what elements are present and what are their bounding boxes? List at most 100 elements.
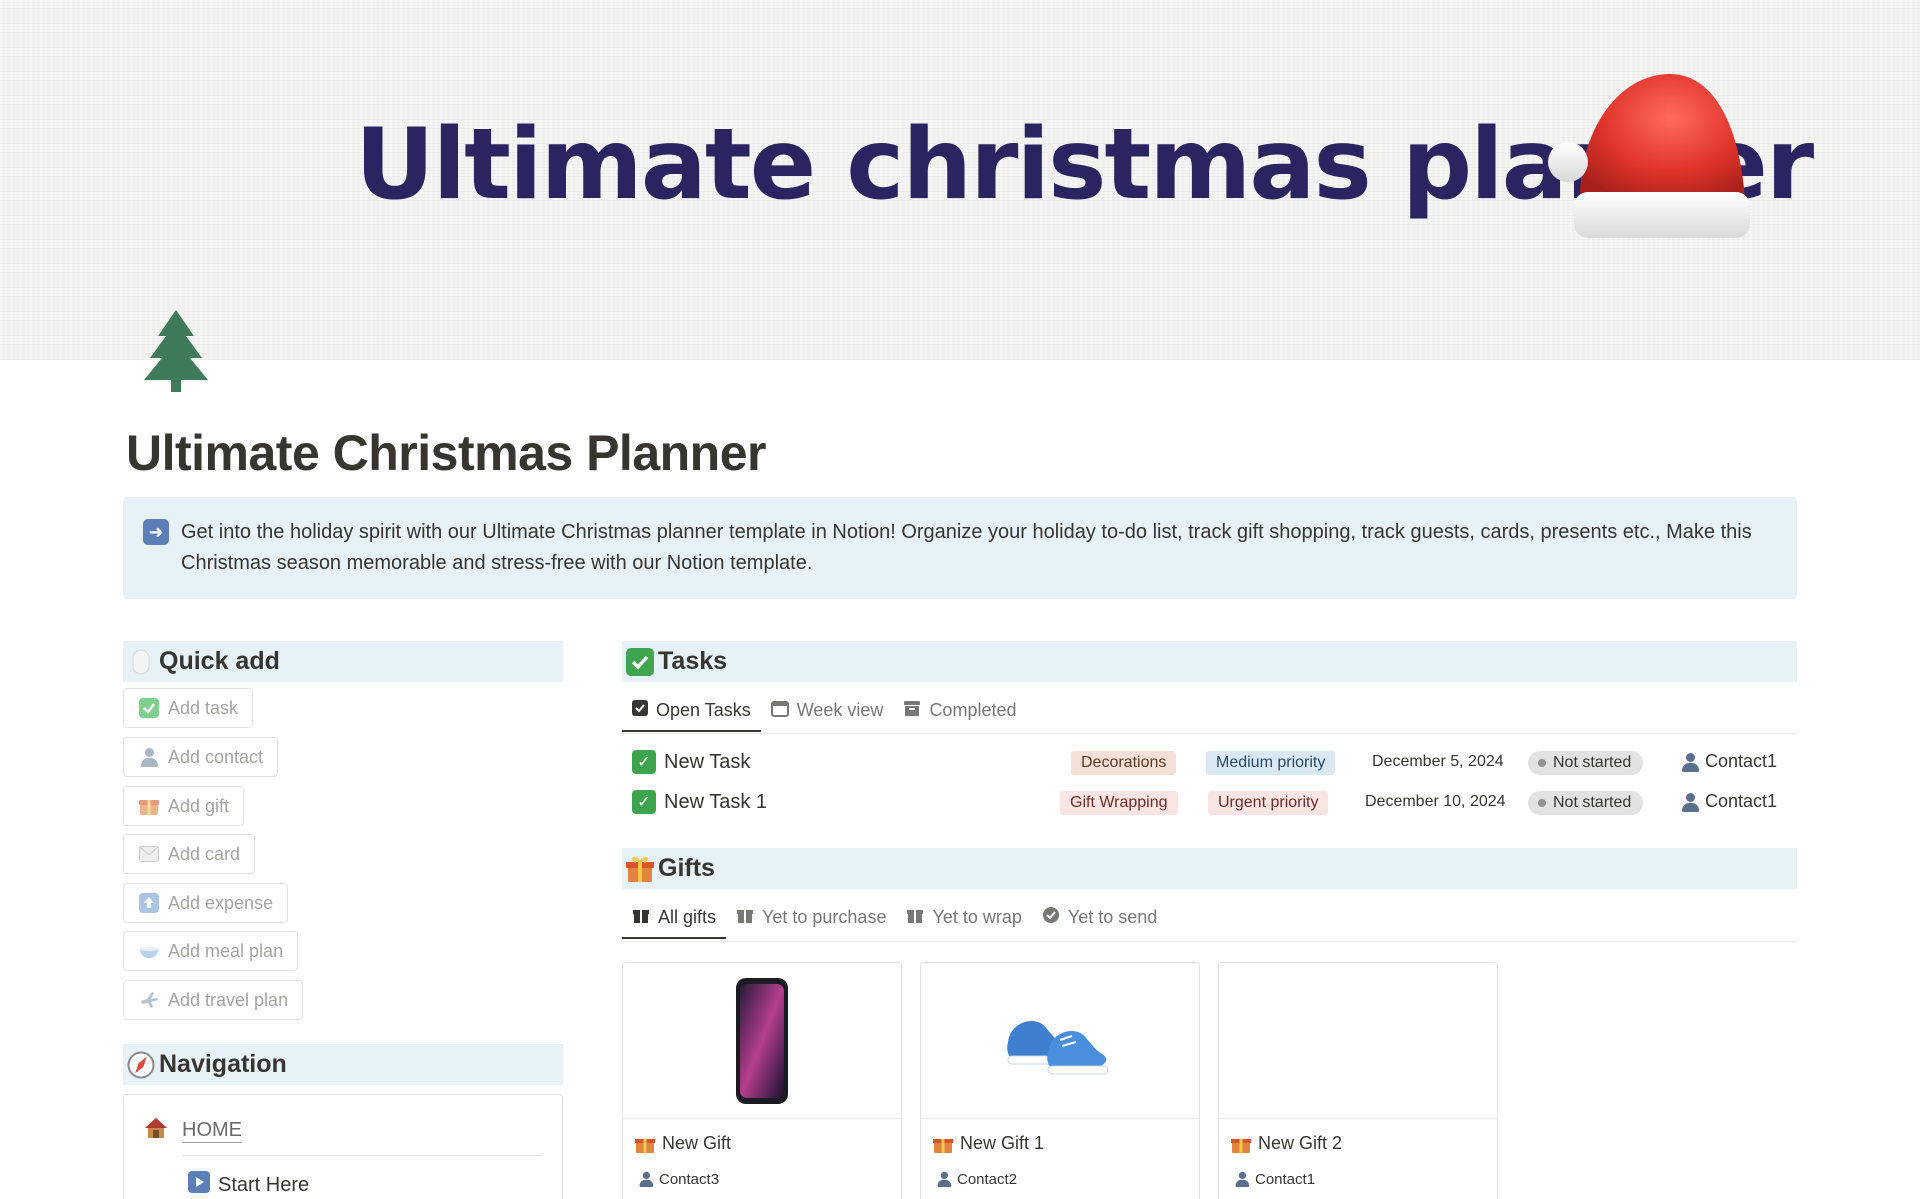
due-date: December 10, 2024 xyxy=(1365,793,1506,810)
archive-icon xyxy=(903,699,921,722)
task-name[interactable]: ✓ New Task xyxy=(632,750,750,774)
tab-yet-to-send-label: Yet to send xyxy=(1067,906,1158,927)
category-tag: Gift Wrapping xyxy=(1060,791,1178,815)
checkbox-icon xyxy=(632,699,648,721)
bowl-icon xyxy=(138,940,160,962)
category-tag: Decorations xyxy=(1071,751,1177,775)
tasks-tabs-divider xyxy=(622,733,1797,734)
check-mark-icon xyxy=(626,647,654,676)
add-travel-plan-label: Add travel plan xyxy=(168,989,289,1010)
gift-name: New Gift xyxy=(635,1133,731,1154)
gift-outline-icon xyxy=(632,906,650,929)
gift-icon xyxy=(635,1138,655,1153)
tab-yet-to-wrap-label: Yet to wrap xyxy=(932,906,1022,927)
table-row[interactable]: ✓ New Task Decorations Medium priority D… xyxy=(622,742,1797,782)
quick-add-title: Quick add xyxy=(159,647,280,675)
tab-yet-to-purchase[interactable]: Yet to purchase xyxy=(726,897,896,937)
add-travel-plan-button[interactable]: Add travel plan xyxy=(123,980,304,1020)
check-circle-icon xyxy=(1042,906,1060,929)
nav-divider xyxy=(182,1155,542,1156)
gift-contact[interactable]: Contact1 xyxy=(1233,1169,1315,1189)
add-meal-plan-label: Add meal plan xyxy=(168,940,284,961)
gift-card[interactable]: New Gift Contact3 xyxy=(622,962,902,1199)
tasks-header: Tasks xyxy=(622,641,1797,682)
check-icon: ✓ xyxy=(632,750,656,774)
check-icon xyxy=(138,697,160,719)
page-title: Ultimate Christmas Planner xyxy=(126,425,766,481)
tab-week-view-label: Week view xyxy=(796,699,884,720)
task-name[interactable]: ✓ New Task 1 xyxy=(632,790,767,814)
tab-yet-to-send[interactable]: Yet to send xyxy=(1032,897,1167,937)
callout-text: Get into the holiday spirit with our Ult… xyxy=(181,521,1752,574)
tab-yet-to-wrap[interactable]: Yet to wrap xyxy=(896,897,1031,937)
upload-icon xyxy=(138,892,160,914)
gift-name-label: New Gift 1 xyxy=(960,1133,1045,1153)
status-label: Not started xyxy=(1553,754,1632,771)
add-card-button[interactable]: Add card xyxy=(123,834,256,874)
nav-start-here-link[interactable]: Start Here xyxy=(188,1171,309,1199)
play-icon xyxy=(188,1171,210,1199)
compass-icon xyxy=(127,1051,155,1079)
add-contact-button[interactable]: Add contact xyxy=(123,737,279,777)
add-gift-label: Add gift xyxy=(168,795,230,816)
add-expense-button[interactable]: Add expense xyxy=(123,883,289,923)
tab-all-gifts[interactable]: All gifts xyxy=(622,897,727,939)
gift-card[interactable]: New Gift 1 Contact2 xyxy=(920,962,1200,1199)
gifts-tabs-divider xyxy=(622,941,1797,942)
santa-hat-icon xyxy=(1548,74,1750,238)
status-badge: Not started xyxy=(1528,751,1644,775)
add-expense-label: Add expense xyxy=(168,892,274,913)
nav-home-link[interactable]: HOME xyxy=(144,1117,242,1145)
navigation-title: Navigation xyxy=(159,1050,287,1078)
navigation-header: Navigation xyxy=(123,1044,563,1085)
gifts-tabs: All gifts Yet to purchase Yet to wrap Ye… xyxy=(622,897,1167,939)
navigation-box: HOME Start Here xyxy=(123,1094,563,1199)
add-task-label: Add task xyxy=(168,697,239,718)
add-gift-button[interactable]: Add gift xyxy=(123,786,245,826)
status-dot xyxy=(1538,759,1546,767)
gift-icon xyxy=(933,1138,953,1153)
gift-name-label: New Gift xyxy=(662,1133,732,1153)
arrow-right-icon: ➜ xyxy=(143,519,169,545)
contact-link[interactable]: Contact1 xyxy=(1681,791,1777,812)
status-label: Not started xyxy=(1553,794,1632,811)
gift-contact[interactable]: Contact2 xyxy=(935,1169,1017,1189)
cover-banner: Ultimate christmas planner xyxy=(0,0,1920,360)
add-meal-plan-button[interactable]: Add meal plan xyxy=(123,931,299,971)
person-icon xyxy=(1681,792,1699,812)
tasks-title: Tasks xyxy=(658,647,728,675)
calendar-icon xyxy=(770,699,789,722)
status-badge: Not started xyxy=(1528,791,1644,815)
task-name-label: New Task 1 xyxy=(664,790,768,813)
person-icon xyxy=(1681,752,1699,772)
contact-label: Contact1 xyxy=(1705,791,1778,811)
gift-contact-label: Contact2 xyxy=(957,1170,1018,1188)
gift-outline-icon xyxy=(736,906,754,929)
tab-open-tasks-label: Open Tasks xyxy=(656,699,751,720)
table-row[interactable]: ✓ New Task 1 Gift Wrapping Urgent priori… xyxy=(622,782,1797,822)
gifts-header: Gifts xyxy=(622,848,1797,889)
gift-card[interactable]: New Gift 2 Contact1 xyxy=(1218,962,1498,1199)
gift-name: New Gift 2 xyxy=(1231,1133,1342,1154)
intro-callout: ➜ Get into the holiday spirit with our U… xyxy=(123,497,1797,599)
status-dot xyxy=(1538,799,1546,807)
phone-image xyxy=(623,963,901,1119)
gift-outline-icon xyxy=(906,906,924,929)
gift-contact[interactable]: Contact3 xyxy=(637,1169,719,1189)
gift-icon xyxy=(626,855,654,883)
add-task-button[interactable]: Add task xyxy=(123,688,254,728)
tab-week-view[interactable]: Week view xyxy=(761,690,894,730)
add-card-label: Add card xyxy=(168,843,241,864)
tab-all-gifts-label: All gifts xyxy=(658,906,717,927)
sneakers-image xyxy=(921,963,1199,1119)
gift-contact-label: Contact3 xyxy=(659,1170,720,1188)
priority-tag: Medium priority xyxy=(1206,751,1336,775)
contact-label: Contact1 xyxy=(1705,751,1778,771)
tab-open-tasks[interactable]: Open Tasks xyxy=(622,690,761,732)
person-icon xyxy=(1235,1171,1250,1187)
contact-link[interactable]: Contact1 xyxy=(1681,751,1777,772)
due-date: December 5, 2024 xyxy=(1372,753,1504,770)
priority-tag: Urgent priority xyxy=(1208,791,1329,815)
tab-completed[interactable]: Completed xyxy=(893,690,1026,730)
empty-image xyxy=(1219,963,1497,1119)
